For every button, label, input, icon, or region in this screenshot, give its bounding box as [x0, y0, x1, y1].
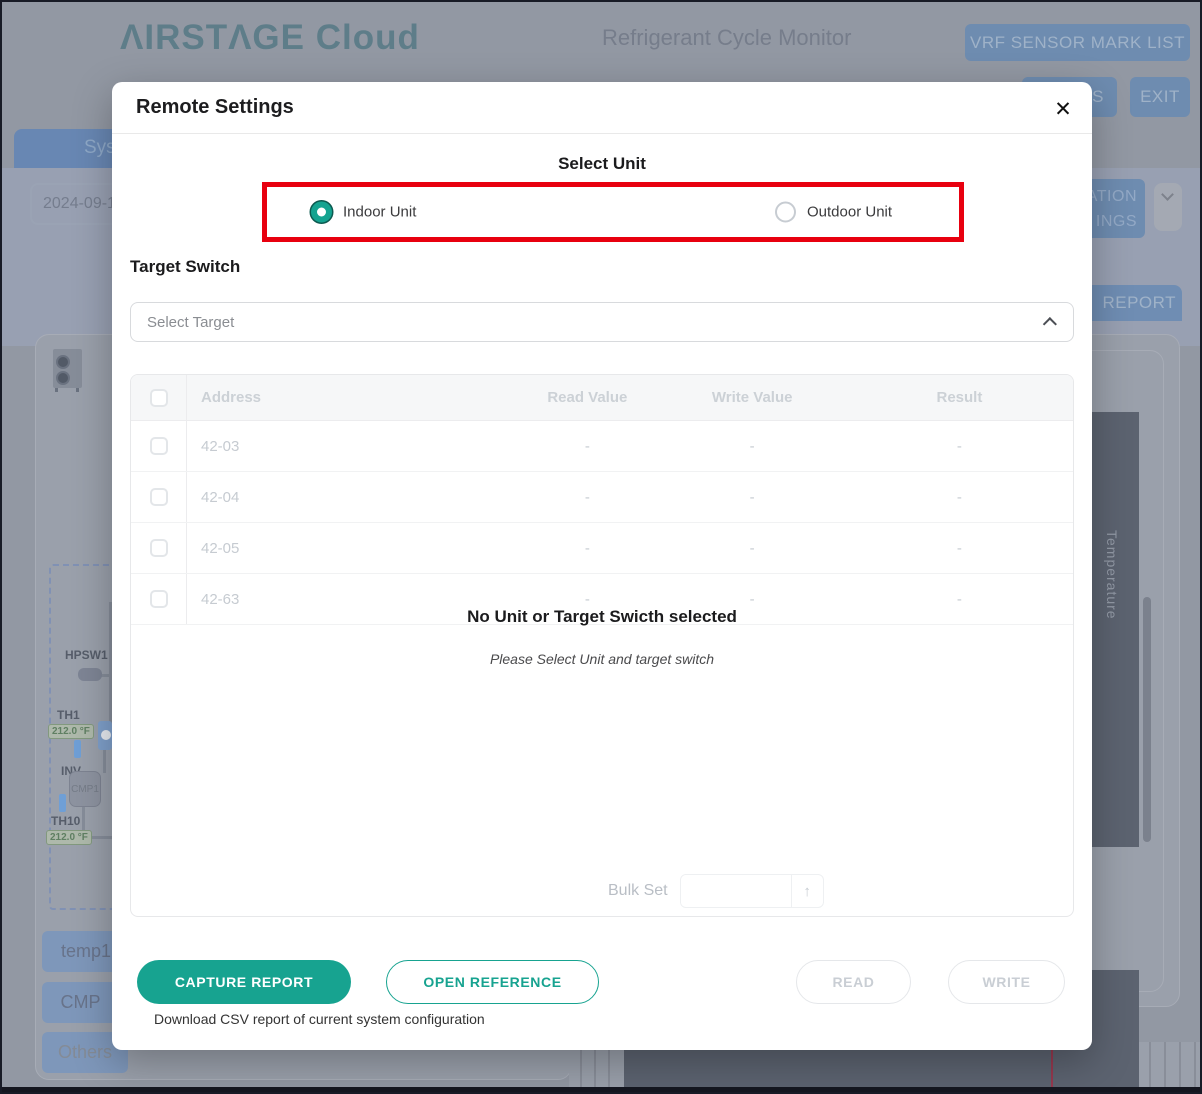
row-checkbox[interactable]: [150, 539, 168, 557]
valve-icon: [98, 721, 112, 750]
target-switch-heading: Target Switch: [130, 257, 240, 277]
outdoor-unit-leg: [76, 388, 79, 392]
select-unit-heading: Select Unit: [112, 154, 1092, 174]
bulk-set-control: Bulk Set ↑: [608, 874, 824, 908]
thermometer-icon: [59, 794, 66, 812]
dialog-header: Remote Settings ✕: [112, 82, 1092, 134]
window-bottom-border: [2, 1087, 1200, 1092]
remote-settings-dialog: Remote Settings ✕ Select Unit Indoor Uni…: [112, 82, 1092, 1050]
radio-label: Outdoor Unit: [807, 204, 892, 221]
table-header-row: Address Read Value Write Value Result: [131, 375, 1073, 421]
chevron-down-icon: [1161, 188, 1174, 201]
gridline: [1164, 1042, 1166, 1090]
empty-state-subtitle: Please Select Unit and target switch: [131, 651, 1073, 667]
column-header-write-value: Write Value: [658, 389, 846, 406]
radio-option-indoor-unit[interactable]: Indoor Unit: [311, 202, 416, 223]
column-header-read-value: Read Value: [517, 389, 658, 406]
gridline: [1194, 1042, 1196, 1090]
address-table: Address Read Value Write Value Result 42…: [130, 374, 1074, 917]
row-checkbox[interactable]: [150, 590, 168, 608]
thermometer-icon: [74, 740, 81, 758]
radio-option-outdoor-unit[interactable]: Outdoor Unit: [775, 202, 892, 223]
row-checkbox[interactable]: [150, 437, 168, 455]
table-row: 42-04 - - -: [131, 472, 1073, 523]
legend-button-cmp[interactable]: CMP: [42, 982, 119, 1023]
exit-button[interactable]: EXIT: [1130, 77, 1190, 117]
bulk-set-label: Bulk Set: [608, 882, 668, 900]
temperature-axis-label: Temperature: [1104, 530, 1120, 620]
diagram-label-th1: TH1: [57, 708, 80, 722]
close-icon[interactable]: ✕: [1048, 94, 1078, 124]
pipe-line: [103, 749, 106, 773]
write-button[interactable]: WRITE: [948, 960, 1065, 1004]
select-placeholder: Select Target: [147, 314, 1047, 331]
select-all-checkbox[interactable]: [150, 389, 168, 407]
radio-unselected-icon[interactable]: [775, 202, 796, 223]
csv-note: Download CSV report of current system co…: [154, 1011, 485, 1027]
open-reference-button[interactable]: OPEN REFERENCE: [386, 960, 599, 1004]
empty-state-title: No Unit or Target Swicth selected: [131, 607, 1073, 627]
vrf-sensor-mark-list-button[interactable]: VRF SENSOR MARK LIST: [965, 24, 1190, 61]
radio-selected-icon[interactable]: [311, 202, 332, 223]
read-button[interactable]: READ: [796, 960, 911, 1004]
dialog-title: Remote Settings: [136, 96, 294, 119]
outdoor-unit-fan-icon: [56, 371, 70, 385]
column-header-address: Address: [187, 389, 517, 406]
gridline: [1149, 1042, 1151, 1090]
row-checkbox[interactable]: [150, 488, 168, 506]
screen: ΛIRSTΛGE Cloud Refrigerant Cycle Monitor…: [0, 0, 1202, 1094]
diagram-label-hpsw1: HPSW1: [65, 648, 108, 662]
outdoor-unit-leg: [55, 388, 58, 392]
scrollbar[interactable]: [1143, 597, 1151, 842]
capture-report-button[interactable]: CAPTURE REPORT: [137, 960, 351, 1004]
bulk-set-input[interactable]: [681, 875, 791, 907]
table-row: 42-05 - - -: [131, 523, 1073, 574]
outdoor-unit-fan-icon: [56, 355, 70, 369]
arrow-up-icon[interactable]: ↑: [791, 875, 823, 907]
hpsw1-switch-icon: [78, 668, 102, 681]
gridline: [1179, 1042, 1181, 1090]
airstage-cloud-logo: ΛIRSTΛGE Cloud: [120, 18, 420, 58]
collapse-toggle-button[interactable]: [1154, 183, 1182, 231]
page-title: Refrigerant Cycle Monitor: [602, 25, 851, 51]
column-header-result: Result: [846, 389, 1072, 406]
radio-label: Indoor Unit: [343, 204, 416, 221]
target-switch-select[interactable]: Select Target: [130, 302, 1074, 342]
th1-value-badge: 212.0 °F: [48, 724, 94, 739]
th10-value-badge: 212.0 °F: [46, 830, 92, 845]
diagram-label-th10: TH10: [51, 814, 80, 828]
temperature-chart-panel: [1092, 412, 1139, 847]
compressor-box: CMP1: [69, 771, 101, 807]
table-row: 42-03 - - -: [131, 421, 1073, 472]
select-unit-highlight-box: Indoor Unit Outdoor Unit: [262, 182, 964, 242]
